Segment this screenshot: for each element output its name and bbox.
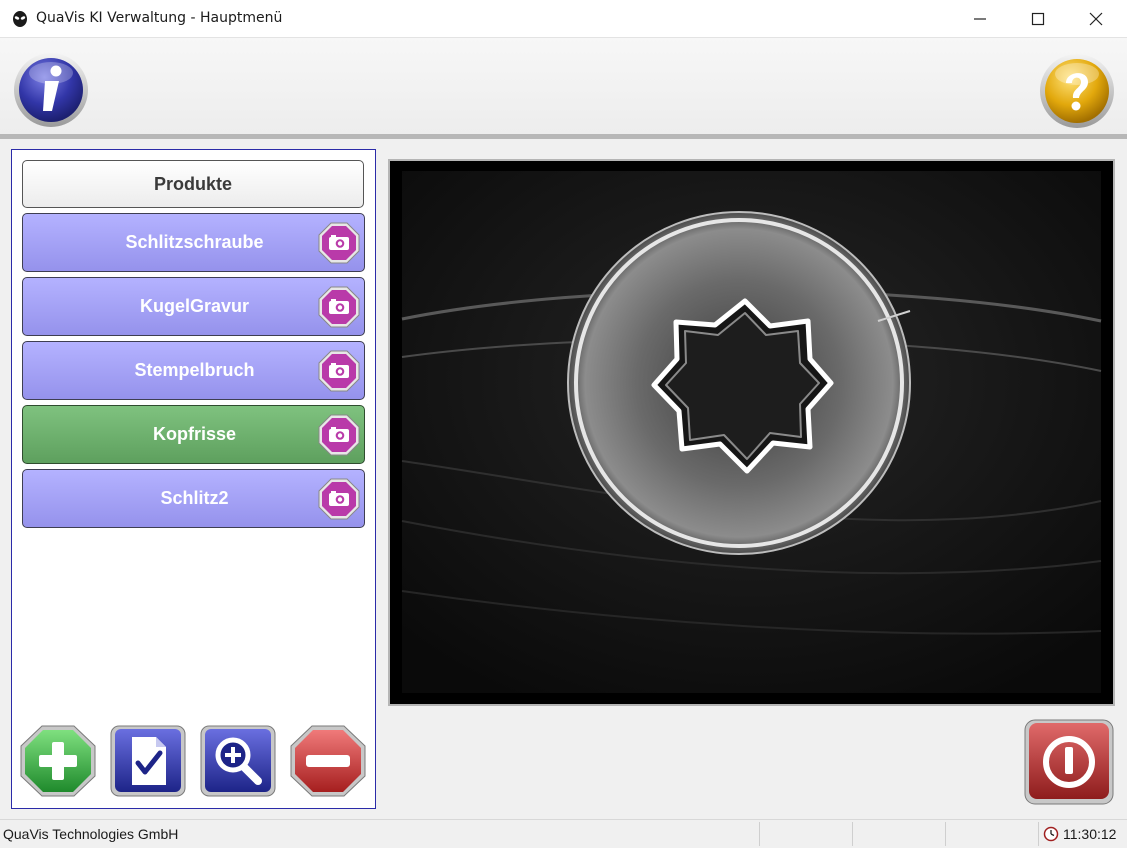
alien-app-icon	[13, 11, 27, 27]
product-label: Stempelbruch	[134, 360, 255, 380]
maximize-icon	[1031, 12, 1045, 26]
remove-icon[interactable]	[290, 725, 366, 797]
close-icon	[1089, 12, 1103, 26]
window-title: QuaVis KI Verwaltung - Hauptmenü	[36, 10, 283, 26]
zoom-in-icon[interactable]	[200, 725, 276, 797]
camera-icon[interactable]	[317, 285, 361, 329]
product-label: KugelGravur	[139, 296, 250, 316]
status-divider	[945, 822, 946, 846]
clock-icon	[1043, 826, 1059, 842]
camera-icon[interactable]	[317, 349, 361, 393]
main-content: Produkte Schlitzschraube KugelGravur Ste…	[0, 139, 1127, 819]
product-item-schlitz2[interactable]: Schlitz2	[22, 469, 365, 528]
close-button[interactable]	[1067, 0, 1125, 37]
product-label: Kopfrisse	[152, 424, 237, 444]
product-list-header: Produkte	[22, 160, 364, 208]
add-icon[interactable]	[20, 725, 96, 797]
checklist-icon[interactable]	[110, 725, 186, 797]
status-time: 11:30:12	[1063, 826, 1117, 842]
title-bar: QuaVis KI Verwaltung - Hauptmenü	[0, 0, 1127, 38]
status-divider	[852, 822, 853, 846]
status-divider	[1038, 822, 1039, 846]
product-item-stempelbruch[interactable]: Stempelbruch	[22, 341, 365, 400]
product-label: Schlitzschraube	[125, 232, 264, 252]
minimize-icon	[974, 18, 986, 20]
status-bar: QuaVis Technologies GmbH 11:30:12	[0, 819, 1127, 848]
camera-icon[interactable]	[317, 413, 361, 457]
product-panel: Produkte Schlitzschraube KugelGravur Ste…	[11, 149, 376, 809]
toolbar	[0, 38, 1127, 139]
maximize-button[interactable]	[1009, 0, 1067, 37]
power-icon[interactable]	[1024, 719, 1114, 805]
screw-head-image	[390, 161, 1113, 704]
product-label: Schlitz2	[160, 488, 229, 508]
product-item-kugelgravur[interactable]: KugelGravur	[22, 277, 365, 336]
status-divider	[759, 822, 760, 846]
camera-image-viewer	[388, 159, 1115, 706]
product-item-schlitzschraube[interactable]: Schlitzschraube	[22, 213, 365, 272]
company-name: QuaVis Technologies GmbH	[3, 826, 179, 842]
camera-icon[interactable]	[317, 477, 361, 521]
minimize-button[interactable]	[951, 0, 1009, 37]
info-icon[interactable]	[12, 51, 90, 129]
help-icon[interactable]	[1038, 52, 1116, 130]
product-item-kopfrisse[interactable]: Kopfrisse	[22, 405, 365, 464]
camera-icon[interactable]	[317, 221, 361, 265]
